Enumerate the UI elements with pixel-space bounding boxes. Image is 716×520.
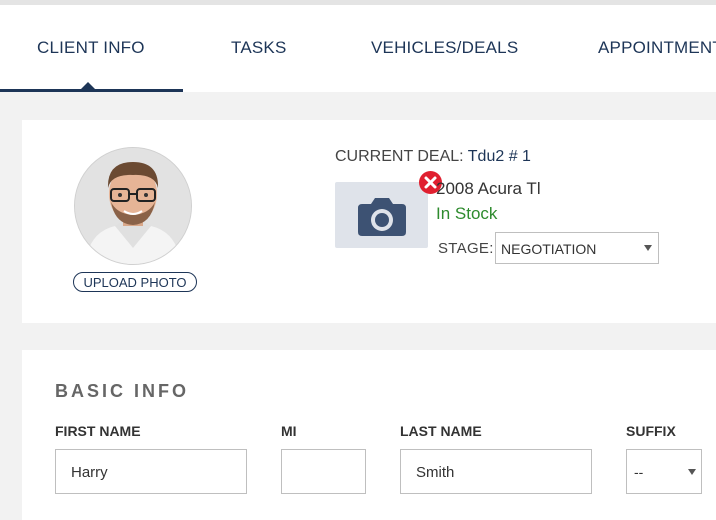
suffix-label: SUFFIX bbox=[626, 423, 676, 439]
first-name-value: Harry bbox=[71, 464, 108, 481]
section-title: BASIC INFO bbox=[55, 381, 190, 401]
chevron-down-icon bbox=[644, 245, 652, 251]
chevron-down-icon bbox=[688, 469, 696, 475]
last-name-field[interactable]: Smith bbox=[400, 449, 592, 494]
tab-client-info[interactable]: CLIENT INFO bbox=[37, 38, 145, 58]
avatar-image bbox=[75, 148, 191, 264]
mi-label: MI bbox=[281, 423, 297, 439]
client-summary-card: UPLOAD PHOTO CURRENT DEAL: Tdu2 # 1 2008… bbox=[22, 120, 716, 323]
stage-select[interactable]: NEGOTIATION bbox=[495, 232, 659, 264]
stage-select-value: NEGOTIATION bbox=[501, 241, 597, 257]
last-name-label: LAST NAME bbox=[400, 423, 482, 439]
vehicle-status: In Stock bbox=[436, 204, 498, 223]
tab-bar: CLIENT INFO TASKS VEHICLES/DEALS APPOINT… bbox=[0, 5, 716, 92]
suffix-select[interactable]: -- bbox=[626, 449, 702, 494]
current-deal-heading: CURRENT DEAL: Tdu2 # 1 bbox=[335, 148, 531, 166]
tab-vehicles-deals[interactable]: VEHICLES/DEALS bbox=[371, 38, 518, 58]
upload-photo-button[interactable]: UPLOAD PHOTO bbox=[73, 272, 197, 292]
suffix-select-value: -- bbox=[634, 464, 644, 480]
avatar[interactable] bbox=[74, 147, 192, 265]
mi-field[interactable] bbox=[281, 449, 366, 494]
vehicle-name: 2008 Acura Tl bbox=[436, 179, 541, 198]
vehicle-photo-placeholder[interactable] bbox=[335, 182, 428, 248]
first-name-label: FIRST NAME bbox=[55, 423, 141, 439]
tab-appointments[interactable]: APPOINTMENTS bbox=[598, 38, 716, 58]
current-deal-label: CURRENT DEAL: bbox=[335, 148, 464, 165]
last-name-value: Smith bbox=[416, 464, 455, 481]
first-name-field[interactable]: Harry bbox=[55, 449, 247, 494]
current-deal-link[interactable]: Tdu2 # 1 bbox=[468, 148, 531, 165]
stage-label: STAGE: bbox=[438, 240, 494, 257]
tab-tasks[interactable]: TASKS bbox=[231, 38, 286, 58]
basic-info-card: BASIC INFO FIRST NAME Harry MI LAST NAME… bbox=[22, 350, 716, 520]
camera-icon bbox=[358, 198, 406, 236]
active-tab-underline bbox=[0, 89, 183, 92]
